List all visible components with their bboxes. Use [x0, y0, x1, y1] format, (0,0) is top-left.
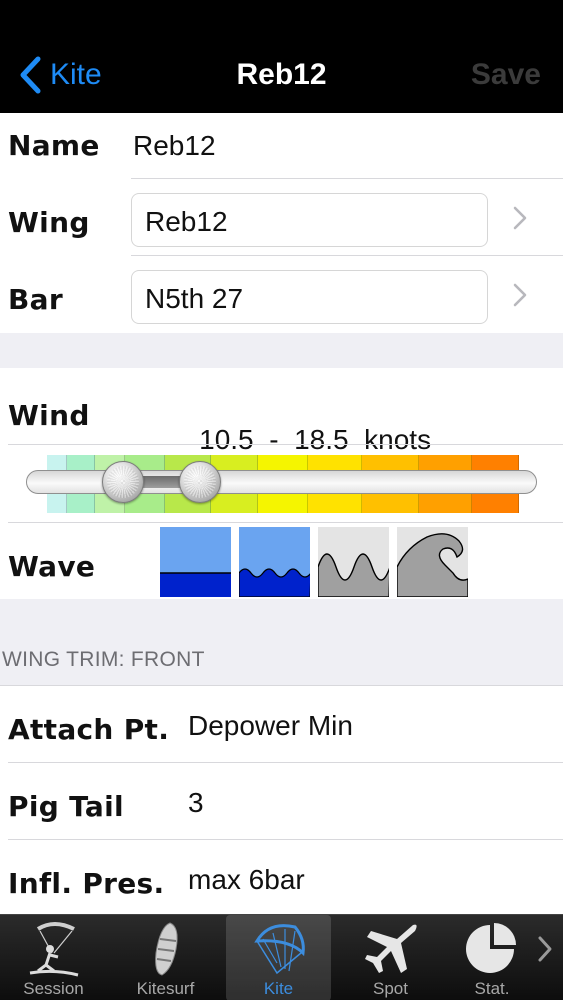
wing-field[interactable]: Reb12 [131, 193, 488, 247]
bar-label: Bar [8, 283, 63, 316]
inflation-pressure-value[interactable]: max 6bar [188, 864, 305, 896]
tab-stats-label: Stat. [474, 979, 510, 998]
tab-session[interactable]: Session [0, 915, 107, 1000]
wind-min-value: 10.5 [199, 424, 254, 455]
divider [0, 685, 563, 686]
tab-kite[interactable]: Kite [226, 915, 331, 1000]
medium-wave-icon[interactable] [318, 527, 389, 597]
kite-icon [253, 924, 305, 975]
flat-wave-icon[interactable] [160, 527, 231, 597]
tab-spot-label: Spot [373, 979, 408, 998]
wind-range-separator: - [269, 424, 279, 455]
wind-max-slider-knob[interactable] [178, 461, 221, 503]
wind-label: Wind [8, 399, 90, 432]
chevron-right-icon[interactable] [536, 934, 554, 964]
tab-session-label: Session [23, 979, 84, 998]
wing-trim-section: Attach Pt. Depower Min Pig Tail 3 Infl. … [0, 685, 563, 914]
wave-label: Wave [8, 550, 96, 583]
pig-tail-label: Pig Tail [8, 790, 124, 823]
name-value[interactable]: Reb12 [133, 130, 216, 162]
section-header-wing-trim: WING TRIM: FRONT [2, 648, 205, 671]
name-label: Name [8, 129, 100, 162]
tab-kitesurf[interactable]: Kitesurf [112, 915, 219, 1000]
chevron-right-icon[interactable] [512, 205, 528, 231]
pie-chart-icon [466, 923, 516, 973]
chevron-right-icon[interactable] [512, 282, 528, 308]
divider [131, 178, 563, 179]
big-wave-icon[interactable] [397, 527, 468, 597]
bar-field[interactable]: N5th 27 [131, 270, 488, 324]
divider [8, 522, 563, 523]
divider [8, 762, 563, 763]
wind-max-value: 18.5 [294, 424, 349, 455]
wind-min-slider-knob[interactable] [102, 461, 145, 503]
wing-value: Reb12 [145, 206, 228, 237]
kitesurf-board-icon [154, 922, 178, 976]
divider [8, 444, 563, 445]
save-button[interactable]: Save [471, 55, 541, 95]
kite-info-section: Name Reb12 Wing Reb12 Bar N5th 27 [0, 113, 563, 333]
kiter-session-icon [29, 922, 78, 977]
attach-point-value[interactable]: Depower Min [188, 710, 353, 742]
wind-unit: knots [364, 424, 432, 455]
inflation-pressure-label: Infl. Pres. [8, 867, 165, 900]
bar-value: N5th 27 [145, 283, 244, 314]
small-wave-icon[interactable] [239, 527, 310, 597]
divider [131, 255, 563, 256]
navigation-bar: Kite Reb12 Save [0, 0, 563, 113]
divider [8, 839, 563, 840]
tab-bar: Session Kitesurf Kite Spot Stat. [0, 914, 563, 1000]
tab-kite-label: Kite [263, 979, 294, 998]
wing-label: Wing [8, 206, 90, 239]
tab-stats[interactable]: Stat. [450, 915, 534, 1000]
attach-point-label: Attach Pt. [8, 713, 170, 746]
tab-spot[interactable]: Spot [337, 915, 444, 1000]
airplane-icon [364, 924, 417, 973]
pig-tail-value[interactable]: 3 [188, 787, 204, 819]
tab-kitesurf-label: Kitesurf [136, 979, 195, 998]
